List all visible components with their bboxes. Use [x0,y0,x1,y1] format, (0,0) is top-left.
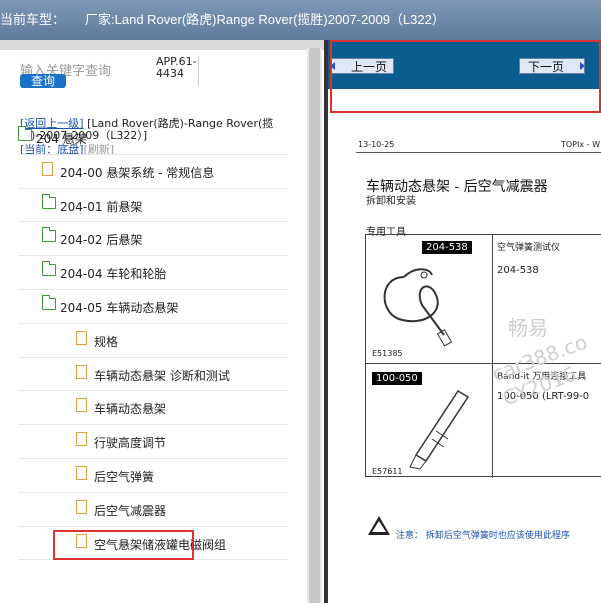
document-viewer: 上一页 下一页 13-10-25 TOPIx - W 车辆动态悬架 - 后空气减… [328,40,601,603]
doc-subtitle: 拆卸和安装 [366,196,416,207]
tree-item-label: 204-00 悬架系统 - 常规信息 [60,165,215,180]
tool1-figure-label: E51385 [372,349,403,358]
document-icon [76,499,87,514]
tree-item[interactable]: 204-02 后悬架 [18,222,288,257]
tree-item-label: 规格 [94,334,119,349]
tree-item-label: 车辆动态悬架 [94,402,167,417]
doc-header-right: TOPIx - W [561,140,600,149]
tree-item[interactable]: 车辆动态悬架 [18,391,288,426]
tool1-name: 空气弹簧测试仪 [497,243,561,253]
tree-item[interactable]: 行驶高度调节 [18,425,288,459]
tree-item[interactable]: 204-04 车轮和轮胎 [18,256,288,290]
document-icon [76,432,87,447]
tree-item[interactable]: 车辆动态悬架 诊断和测试 [18,358,288,392]
app-id: APP.61-4434 [156,56,199,86]
folder-icon [18,126,32,141]
pager-highlight [330,40,601,113]
document-icon [42,161,53,176]
search-button[interactable]: 查询 [20,74,66,88]
tool1-tag: 204-538 [422,241,472,254]
tool1-hose-drawing [383,268,453,347]
toolbar-band [0,40,327,50]
scrollbar-thumb[interactable] [309,48,320,603]
document-icon [76,465,87,480]
document-icon [76,398,87,413]
document-icon [76,330,87,345]
tree-item-label: 204 悬架 [36,132,87,146]
folder-icon [42,261,56,277]
tree-item-label: 204-02 后悬架 [60,233,143,248]
tree-item[interactable]: 204-01 前悬架 [18,189,288,223]
warning-text: 注意： 拆卸后空气弹簧时也应该使用此程序 [396,531,570,541]
left-scrollbar[interactable] [307,48,322,603]
tool2-figure-label: E57611 [372,467,403,476]
tree-item-label: 204-04 车轮和轮胎 [60,267,167,282]
tree-item-label: 行驶高度调节 [94,436,167,451]
current-vehicle-label: 当前车型： 厂家:Land Rover(路虎)Range Rover(揽胜)200… [0,12,445,27]
tool1-code: 204-538 [497,265,539,276]
tree-item[interactable]: 204 悬架 [18,121,288,155]
doc-rule [356,152,601,153]
folder-icon [42,193,56,209]
doc-date: 13-10-25 [358,140,395,149]
selected-item-highlight [53,530,194,560]
watermark-text: 畅易 [508,316,548,340]
tree-item-label: 后空气减震器 [94,503,167,518]
tree-item-label: 车辆动态悬架 诊断和测试 [94,368,230,383]
tool2-clamp-drawing [409,389,470,470]
tree-item[interactable]: 规格 [18,324,288,358]
tree-item[interactable]: 204-00 悬架系统 - 常规信息 [18,155,288,189]
tree-item[interactable]: 后空气减震器 [18,493,288,527]
warning-icon [368,516,390,535]
folder-icon [42,227,56,243]
tree-item-label: 204-05 车辆动态悬架 [60,300,179,315]
current-vehicle-maker: 厂家:Land Rover(路虎)Range Rover(揽胜)2007-200… [85,12,445,27]
tree-item-label: 204-01 前悬架 [60,199,143,214]
folder-icon [42,294,56,310]
tree-item[interactable]: 后空气弹簧 [18,459,288,493]
document-icon [76,364,87,379]
category-tree: 204 悬架 204-00 悬架系统 - 常规信息 204-01 前悬架 204-02… [18,121,288,561]
title-bar: 当前车型： 厂家:Land Rover(路虎)Range Rover(揽胜)200… [0,0,601,40]
tree-item[interactable]: 204-05 车辆动态悬架 [18,290,288,324]
tree-item-label: 后空气弹簧 [94,469,155,484]
